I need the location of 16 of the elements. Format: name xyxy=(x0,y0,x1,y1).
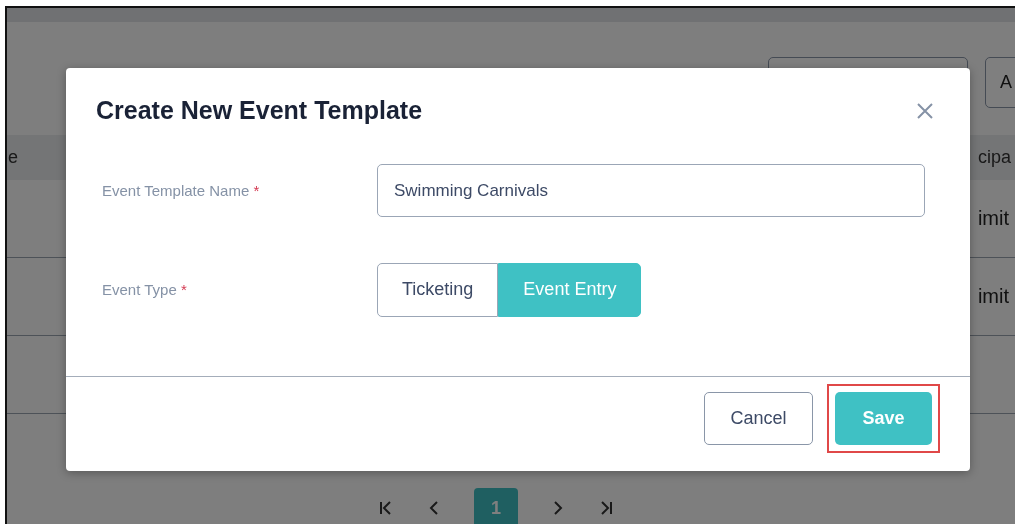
previous-page-icon[interactable] xyxy=(428,500,440,516)
dialog-title: Create New Event Template xyxy=(96,96,423,125)
table-cell: imit xyxy=(977,207,1009,230)
field-label: Event Type * xyxy=(102,281,188,298)
column-header: e xyxy=(8,147,18,168)
input-field[interactable]: Swimming Carnivals xyxy=(377,164,925,217)
last-page-icon[interactable] xyxy=(598,500,614,516)
toggle-option[interactable]: Ticketing xyxy=(377,262,499,317)
cancel-button[interactable]: Cancel xyxy=(704,391,813,445)
first-page-icon[interactable] xyxy=(378,500,394,516)
close-icon[interactable] xyxy=(916,101,934,120)
next-page-icon[interactable] xyxy=(552,500,564,516)
toolbar-button[interactable]: A xyxy=(985,57,1015,108)
column-header: cipa xyxy=(977,147,1011,168)
table-cell: imit xyxy=(977,285,1009,308)
field-label: Event Template Name * xyxy=(102,182,261,199)
